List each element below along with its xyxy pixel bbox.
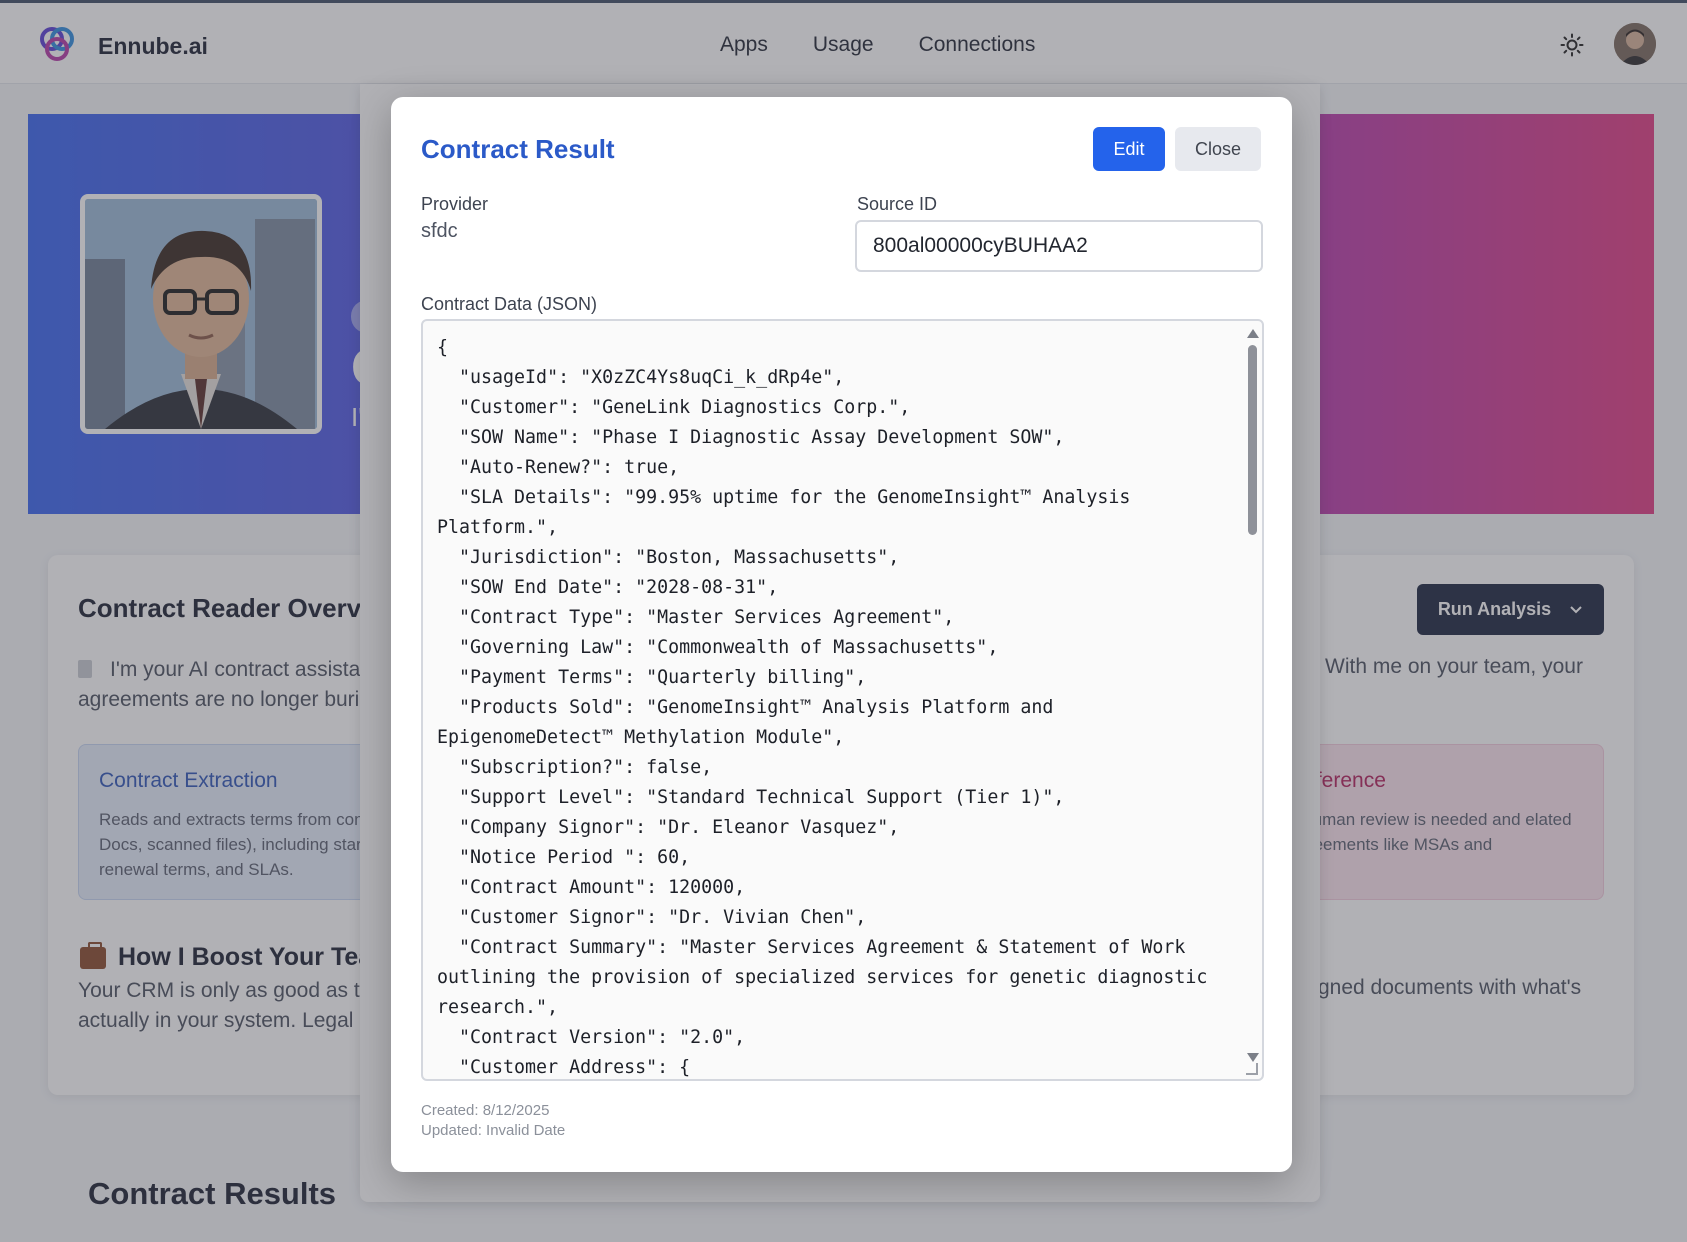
source-id-field[interactable] — [855, 220, 1263, 272]
created-timestamp: Created: 8/12/2025 — [421, 1102, 550, 1119]
scroll-up-arrow-icon[interactable] — [1247, 329, 1259, 338]
contract-result-modal: Contract Result Edit Close Provider sfdc… — [391, 97, 1292, 1172]
source-id-label: Source ID — [857, 194, 938, 214]
provider-value: sfdc — [421, 220, 458, 242]
contract-data-label: Contract Data (JSON) — [421, 294, 598, 314]
modal-title: Contract Result — [421, 134, 615, 164]
edit-button[interactable]: Edit — [1093, 127, 1165, 171]
contract-json-content[interactable]: { "usageId": "X0zZC4Ys8uqCi_k_dRp4e", "C… — [437, 333, 1227, 1079]
json-scrollbar[interactable] — [1245, 325, 1259, 1077]
resize-grip-icon[interactable] — [1246, 1063, 1258, 1075]
close-button[interactable]: Close — [1175, 127, 1261, 171]
updated-timestamp: Updated: Invalid Date — [421, 1122, 566, 1139]
contract-json-textarea[interactable]: { "usageId": "X0zZC4Ys8uqCi_k_dRp4e", "C… — [421, 319, 1264, 1081]
provider-label: Provider — [421, 194, 489, 214]
scroll-thumb[interactable] — [1248, 345, 1257, 535]
scroll-down-arrow-icon[interactable] — [1247, 1053, 1259, 1062]
